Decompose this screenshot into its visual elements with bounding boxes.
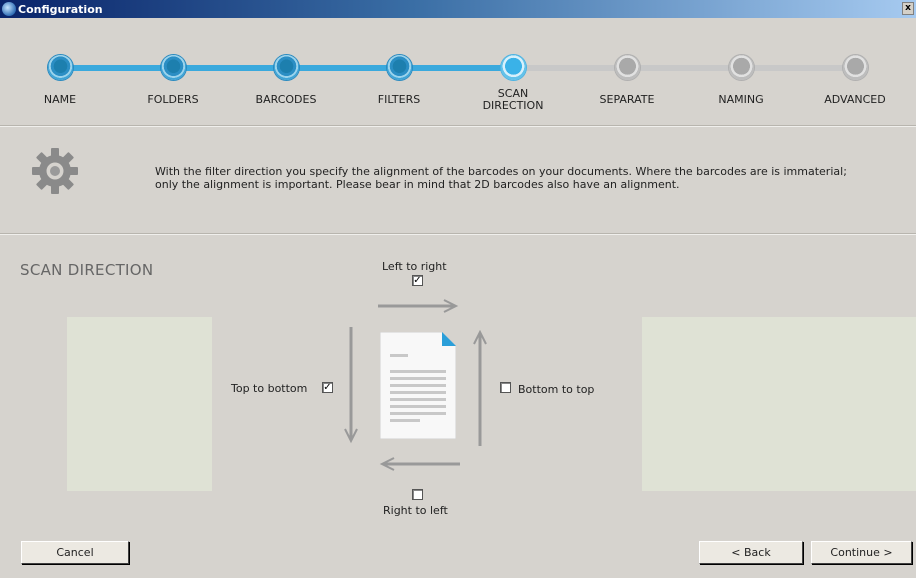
gear-icon bbox=[32, 148, 78, 194]
divider bbox=[0, 126, 916, 127]
back-button[interactable]: < Back bbox=[699, 541, 803, 564]
step-filters[interactable]: FILTERS bbox=[349, 18, 449, 128]
step-label: SCAN DIRECTION bbox=[482, 87, 544, 112]
step-dot bbox=[387, 55, 412, 80]
document-icon bbox=[380, 332, 456, 439]
continue-button[interactable]: Continue > bbox=[811, 541, 912, 564]
divider bbox=[0, 234, 916, 235]
app-icon bbox=[2, 2, 16, 16]
arrow-up-icon bbox=[473, 330, 487, 446]
left-to-right-checkbox[interactable]: ✓ bbox=[412, 275, 423, 286]
step-folders[interactable]: FOLDERS bbox=[123, 18, 223, 128]
step-name[interactable]: NAME bbox=[10, 18, 110, 128]
step-dot bbox=[615, 55, 640, 80]
right-preview-panel bbox=[642, 317, 916, 491]
bottom-to-top-checkbox[interactable] bbox=[500, 382, 511, 393]
section-title: SCAN DIRECTION bbox=[20, 261, 154, 279]
step-dot bbox=[274, 55, 299, 80]
right-to-left-label: Right to left bbox=[383, 504, 448, 517]
title-bar: Configuration x bbox=[0, 0, 916, 18]
cancel-button[interactable]: Cancel bbox=[21, 541, 129, 564]
step-label: NAME bbox=[43, 93, 77, 106]
step-dot bbox=[729, 55, 754, 80]
step-label: ADVANCED bbox=[824, 93, 886, 106]
close-button[interactable]: x bbox=[902, 2, 914, 15]
left-preview-panel bbox=[67, 317, 212, 491]
top-to-bottom-checkbox[interactable]: ✓ bbox=[322, 382, 333, 393]
step-label: BARCODES bbox=[255, 93, 317, 106]
wizard-stepper: NAME FOLDERS BARCODES FILTERS SCAN DIREC… bbox=[0, 18, 916, 128]
step-naming[interactable]: NAMING bbox=[691, 18, 791, 128]
window-title: Configuration bbox=[18, 2, 103, 16]
arrow-down-icon bbox=[344, 327, 358, 444]
left-to-right-label: Left to right bbox=[382, 260, 447, 273]
step-dot bbox=[161, 55, 186, 80]
top-to-bottom-label: Top to bottom bbox=[231, 382, 308, 395]
step-barcodes[interactable]: BARCODES bbox=[236, 18, 336, 128]
step-advanced[interactable]: ADVANCED bbox=[805, 18, 905, 128]
info-description: With the filter direction you specify th… bbox=[155, 165, 847, 191]
configuration-window: NAME FOLDERS BARCODES FILTERS SCAN DIREC… bbox=[0, 18, 916, 578]
step-label: SEPARATE bbox=[599, 93, 655, 106]
step-scan-direction[interactable]: SCAN DIRECTION bbox=[463, 18, 563, 128]
step-label: NAMING bbox=[718, 93, 764, 106]
bottom-to-top-label: Bottom to top bbox=[518, 383, 595, 396]
step-dot bbox=[501, 55, 526, 80]
step-label: FOLDERS bbox=[147, 93, 199, 106]
arrow-right-icon bbox=[378, 299, 459, 313]
step-dot bbox=[48, 55, 73, 80]
step-separate[interactable]: SEPARATE bbox=[577, 18, 677, 128]
step-dot bbox=[843, 55, 868, 80]
right-to-left-checkbox[interactable] bbox=[412, 489, 423, 500]
step-label: FILTERS bbox=[377, 93, 421, 106]
arrow-left-icon bbox=[379, 457, 460, 471]
